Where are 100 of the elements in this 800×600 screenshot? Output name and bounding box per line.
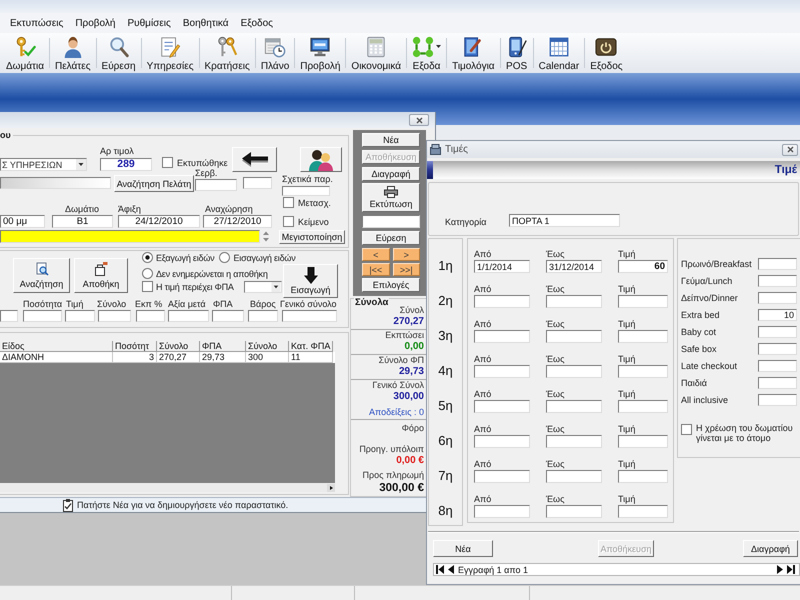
toolbar-button[interactable]: Υπηρεσίες <box>144 33 197 73</box>
horizontal-scrollbar[interactable] <box>0 483 335 492</box>
entry-field[interactable] <box>168 310 209 322</box>
time-field[interactable]: 00 μμ <box>0 215 45 228</box>
spin-arrows-icon[interactable] <box>262 230 270 243</box>
maximize-button[interactable]: Μεγιστοποίηση <box>279 230 345 244</box>
entry-field[interactable] <box>65 310 95 322</box>
menu-item[interactable]: Προβολή <box>75 18 116 28</box>
price-field[interactable] <box>618 435 668 448</box>
menu-item[interactable]: Εκτυπώσεις <box>10 18 64 28</box>
to-field[interactable] <box>546 470 602 483</box>
search-button[interactable]: Αναζήτηση <box>13 258 70 293</box>
extra-field[interactable] <box>758 376 797 388</box>
delete-button[interactable]: Διαγραφή <box>362 167 420 181</box>
extra-field[interactable] <box>758 394 797 406</box>
extra-field[interactable] <box>758 326 797 338</box>
toolbar-button[interactable]: Προβολή <box>297 33 344 73</box>
delete-button[interactable]: Διαγραφή <box>743 540 798 557</box>
from-field[interactable] <box>474 435 530 448</box>
entry-field[interactable] <box>23 310 62 322</box>
toolbar-button[interactable]: Εύρεση <box>98 33 139 73</box>
checkbox[interactable] <box>162 157 173 168</box>
checkbox[interactable] <box>283 197 294 208</box>
related-documents-field[interactable] <box>282 186 330 196</box>
from-field[interactable] <box>474 400 530 413</box>
entry-field[interactable] <box>0 310 18 322</box>
next-record-icon[interactable] <box>777 565 783 574</box>
price-field[interactable] <box>618 400 668 413</box>
from-field[interactable] <box>474 295 530 308</box>
to-field[interactable] <box>546 365 602 378</box>
price-field[interactable] <box>618 365 668 378</box>
find-field[interactable] <box>362 215 420 228</box>
to-field[interactable] <box>546 330 602 343</box>
new-button[interactable]: Νέα <box>433 540 493 557</box>
price-field[interactable] <box>618 330 668 343</box>
checkbox[interactable] <box>283 216 294 227</box>
people-button[interactable] <box>300 147 342 172</box>
find-button[interactable]: Εύρεση <box>362 231 420 245</box>
print-button[interactable]: Εκτύπωση <box>362 183 420 212</box>
insert-button[interactable]: Εισαγωγή <box>283 264 338 298</box>
from-field[interactable] <box>474 470 530 483</box>
customer-search-button[interactable]: Αναζήτηση Πελάτη <box>114 175 194 192</box>
arrival-date-field[interactable]: 24/12/2010 <box>118 215 200 228</box>
to-field[interactable]: 31/12/2014 <box>546 260 602 273</box>
toolbar-button[interactable]: Πελάτες <box>52 33 94 73</box>
caret-icon[interactable] <box>436 45 442 48</box>
checkbox[interactable] <box>142 281 153 292</box>
to-field[interactable] <box>546 505 602 518</box>
to-field[interactable] <box>546 435 602 448</box>
server-field[interactable] <box>195 179 237 191</box>
entry-field[interactable] <box>282 310 337 322</box>
toolbar-button[interactable]: POS <box>502 33 531 73</box>
radio-button[interactable] <box>142 268 153 279</box>
from-field[interactable]: 1/1/2014 <box>474 260 530 273</box>
new-button[interactable]: Νέα <box>362 133 420 147</box>
from-field[interactable] <box>474 330 530 343</box>
extra-field[interactable] <box>758 292 797 304</box>
toolbar-button[interactable]: Εξοδα <box>409 33 444 73</box>
entry-field[interactable] <box>212 310 244 322</box>
navigation-button[interactable]: |<< <box>362 263 390 276</box>
from-field[interactable] <box>474 365 530 378</box>
extra-field[interactable] <box>758 274 797 286</box>
options-button[interactable]: Επιλογές <box>362 278 420 292</box>
close-button[interactable] <box>409 114 429 126</box>
navigation-button[interactable]: < <box>362 248 390 261</box>
customer-name-field[interactable] <box>0 177 111 189</box>
entry-field[interactable] <box>98 310 131 322</box>
first-record-icon[interactable] <box>436 565 444 574</box>
radio-button[interactable] <box>219 252 230 263</box>
departure-date-field[interactable]: 27/12/2010 <box>203 215 272 228</box>
warehouse-button[interactable]: Αποθήκη <box>74 258 128 293</box>
price-field[interactable] <box>618 505 668 518</box>
extra-field[interactable] <box>758 342 797 354</box>
input-field[interactable] <box>243 177 272 189</box>
category-field[interactable]: ΠΟΡΤΑ 1 <box>509 214 620 227</box>
back-button[interactable] <box>232 147 277 172</box>
menu-item[interactable]: Βοηθητικά <box>182 18 229 28</box>
navigation-button[interactable]: >>| <box>392 263 420 276</box>
toolbar-button[interactable]: Calendar <box>536 33 582 73</box>
previous-record-icon[interactable] <box>448 565 454 574</box>
radio-button[interactable] <box>142 252 153 263</box>
toolbar-button[interactable]: Εξοδος <box>587 33 626 73</box>
navigation-button[interactable]: > <box>392 248 420 261</box>
toolbar-button[interactable]: Δωμάτια <box>3 33 47 73</box>
entry-field[interactable] <box>248 310 278 322</box>
menu-item[interactable]: Εξοδος <box>240 18 273 28</box>
price-field[interactable] <box>618 295 668 308</box>
toolbar-button[interactable]: Πλάνο <box>258 33 292 73</box>
price-field[interactable]: 60 <box>618 260 668 273</box>
toolbar-button[interactable]: Τιμολόγια <box>449 33 498 73</box>
invoice-number-field[interactable]: 289 <box>100 158 152 171</box>
last-record-icon[interactable] <box>787 565 795 574</box>
from-field[interactable] <box>474 505 530 518</box>
entry-field[interactable] <box>136 310 165 322</box>
extra-field[interactable] <box>758 360 797 372</box>
comment-field[interactable] <box>0 230 260 243</box>
price-field[interactable] <box>618 470 668 483</box>
extra-field[interactable] <box>758 258 797 270</box>
vat-dropdown[interactable] <box>244 280 282 292</box>
to-field[interactable] <box>546 400 602 413</box>
